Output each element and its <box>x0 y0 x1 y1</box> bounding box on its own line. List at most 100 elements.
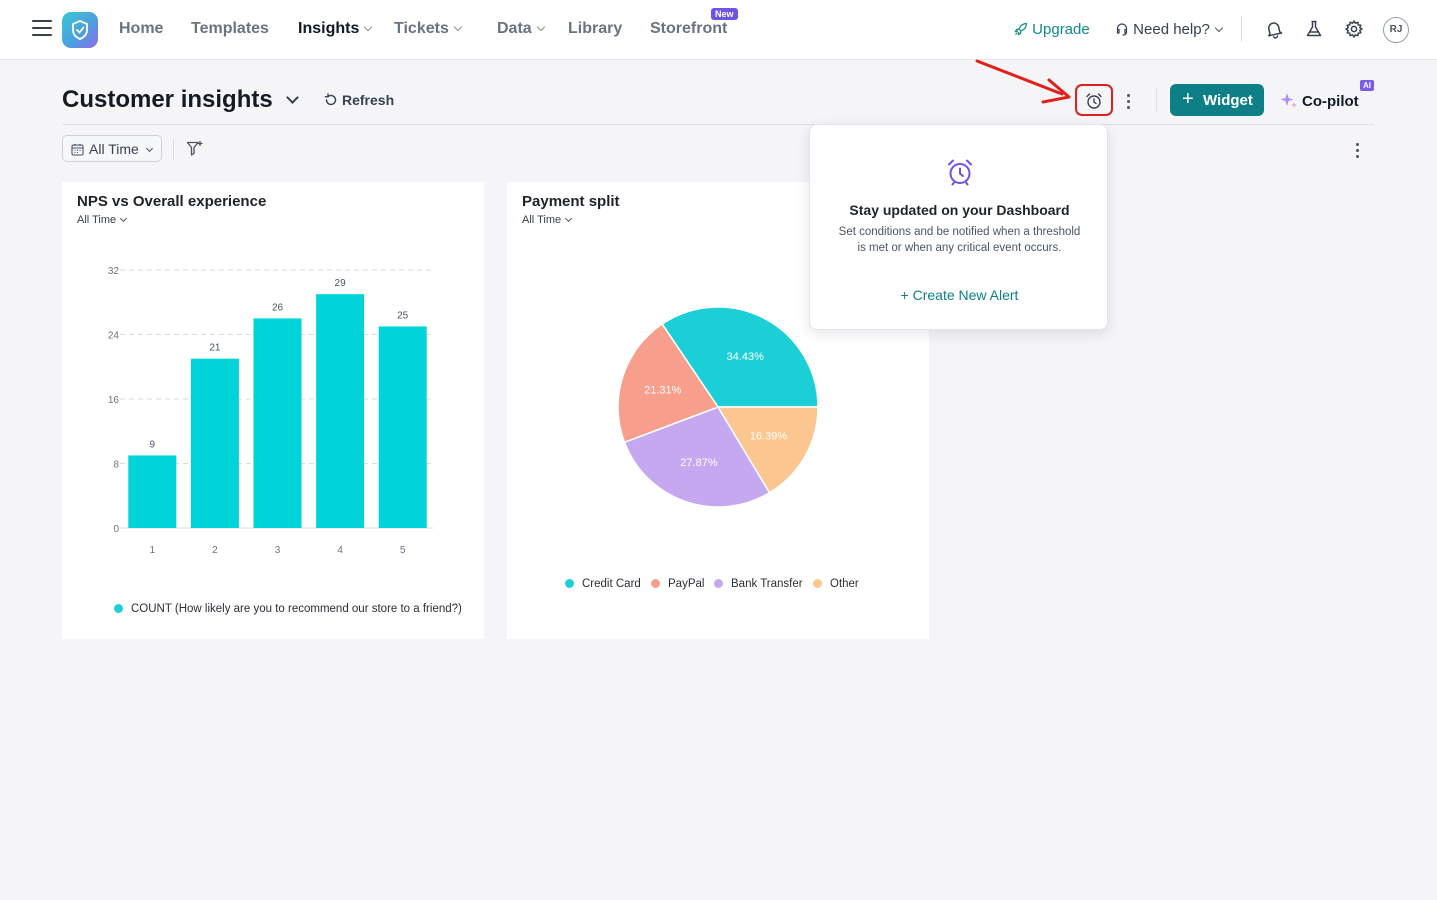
bar[interactable] <box>316 294 365 528</box>
bar[interactable] <box>128 455 177 528</box>
chevron-down-icon <box>1214 23 1224 33</box>
add-widget-button[interactable]: + Widget <box>1170 84 1264 116</box>
widget-label: Widget <box>1203 92 1253 109</box>
time-range-select[interactable]: All Time <box>62 135 162 162</box>
filter-divider <box>173 138 174 160</box>
dashboard-switcher-chevron-icon[interactable] <box>286 91 299 104</box>
ai-badge: AI <box>1360 80 1374 91</box>
legend-swatch <box>813 579 822 588</box>
gear-icon[interactable] <box>1344 19 1364 39</box>
y-tick-label: 24 <box>108 331 120 342</box>
legend-item-credit-card[interactable]: Credit Card <box>565 578 641 590</box>
bar[interactable] <box>378 326 427 528</box>
popover-description: Set conditions and be notified when a th… <box>838 226 1081 254</box>
bar-value-label: 9 <box>150 439 156 450</box>
x-tick-label: 2 <box>212 545 218 556</box>
bar-value-label: 29 <box>335 278 347 289</box>
legend-label: Bank Transfer <box>731 578 803 590</box>
bar-chart: 0816243291212263294255 <box>108 266 433 556</box>
nav-insights-label: Insights <box>298 20 360 37</box>
pie-value-label: 34.43% <box>727 351 765 363</box>
x-tick-label: 1 <box>150 545 156 556</box>
pie-value-label: 16.39% <box>750 431 788 443</box>
need-help-dropdown[interactable]: Need help? <box>1115 21 1224 38</box>
legend-swatch <box>651 579 660 588</box>
refresh-label: Refresh <box>342 92 395 108</box>
legend-item-bank-transfer[interactable]: Bank Transfer <box>714 578 803 590</box>
header-divider-line <box>62 124 1374 125</box>
nav-home[interactable]: Home <box>119 20 163 38</box>
alerts-popover: Stay updated on your Dashboard Set condi… <box>809 124 1108 330</box>
chevron-down-icon <box>453 22 463 32</box>
legend-item-other[interactable]: Other <box>813 578 859 590</box>
legend-label: Credit Card <box>582 578 641 590</box>
popover-title: Stay updated on your Dashboard <box>849 202 1070 218</box>
legend-label: PayPal <box>668 578 705 590</box>
chevron-down-icon <box>364 22 373 32</box>
header-divider <box>1156 87 1157 113</box>
nav-divider <box>1241 16 1242 42</box>
x-tick-label: 4 <box>337 545 343 556</box>
chevron-down-icon <box>145 144 154 153</box>
bell-icon[interactable] <box>1264 19 1284 39</box>
nav-tickets[interactable]: Tickets <box>394 20 463 38</box>
sparkle-icon <box>1280 93 1297 108</box>
legend-swatch <box>714 579 723 588</box>
bar[interactable] <box>190 358 239 528</box>
bar-value-label: 26 <box>272 302 284 313</box>
need-help-label: Need help? <box>1133 21 1210 38</box>
shield-logo-icon <box>72 20 88 40</box>
chevron-down-icon <box>536 22 545 32</box>
legend-item-paypal[interactable]: PayPal <box>651 578 704 590</box>
legend-label: COUNT (How likely are you to recommend o… <box>131 603 462 615</box>
alarm-clock-icon <box>948 159 972 186</box>
user-avatar[interactable]: RJ <box>1383 17 1409 43</box>
add-filter-icon[interactable] <box>186 140 204 158</box>
more-options-icon[interactable] <box>1127 94 1131 112</box>
new-badge: New <box>711 8 738 20</box>
x-tick-label: 5 <box>400 545 406 556</box>
create-new-alert-link[interactable]: + Create New Alert <box>810 287 1109 303</box>
hamburger-menu-icon[interactable] <box>32 20 52 38</box>
legend-label: Other <box>830 578 859 590</box>
plus-icon: + <box>1182 88 1194 110</box>
y-tick-label: 8 <box>113 460 119 471</box>
bar-value-label: 21 <box>209 343 221 354</box>
rocket-icon <box>1014 22 1028 36</box>
legend-swatch <box>114 604 123 613</box>
annotation-arrow <box>975 59 1071 104</box>
dashboard-options-icon[interactable] <box>1356 143 1360 161</box>
copilot-button[interactable]: Co-pilot <box>1280 91 1359 110</box>
alerts-button[interactable] <box>1075 84 1113 116</box>
y-tick-label: 32 <box>108 266 120 277</box>
headset-icon <box>1116 23 1128 36</box>
legend-item[interactable]: COUNT (How likely are you to recommend o… <box>114 603 462 615</box>
nav-storefront[interactable]: Storefront <box>650 20 727 38</box>
calendar-icon <box>71 144 84 156</box>
nav-data[interactable]: Data <box>497 20 545 38</box>
time-range-label: All Time <box>89 141 139 157</box>
x-tick-label: 3 <box>275 545 281 556</box>
nav-library[interactable]: Library <box>568 20 622 38</box>
top-navigation: Home Templates Insights Tickets Data Lib… <box>0 0 1437 60</box>
refresh-button[interactable]: Refresh <box>324 92 394 108</box>
page-title: Customer insights <box>62 86 273 113</box>
upgrade-label: Upgrade <box>1032 21 1090 38</box>
flask-icon[interactable] <box>1304 19 1324 39</box>
upgrade-link[interactable]: Upgrade <box>1014 21 1090 38</box>
app-logo[interactable] <box>62 12 98 48</box>
nav-data-label: Data <box>497 20 532 37</box>
legend-swatch <box>565 579 574 588</box>
nav-insights[interactable]: Insights <box>298 20 373 38</box>
pie-value-label: 21.31% <box>644 384 682 396</box>
nav-tickets-label: Tickets <box>394 20 449 37</box>
y-tick-label: 16 <box>108 395 120 406</box>
alarm-clock-icon <box>1086 93 1102 109</box>
refresh-icon <box>324 93 337 106</box>
nav-templates[interactable]: Templates <box>191 20 269 38</box>
bar-chart-card: NPS vs Overall experience All Time 0 8 16 2… <box>62 182 484 639</box>
pie-value-label: 27.87% <box>680 457 718 469</box>
y-tick-label: 0 <box>113 524 119 535</box>
copilot-label: Co-pilot <box>1302 93 1359 110</box>
bar[interactable] <box>253 318 302 528</box>
